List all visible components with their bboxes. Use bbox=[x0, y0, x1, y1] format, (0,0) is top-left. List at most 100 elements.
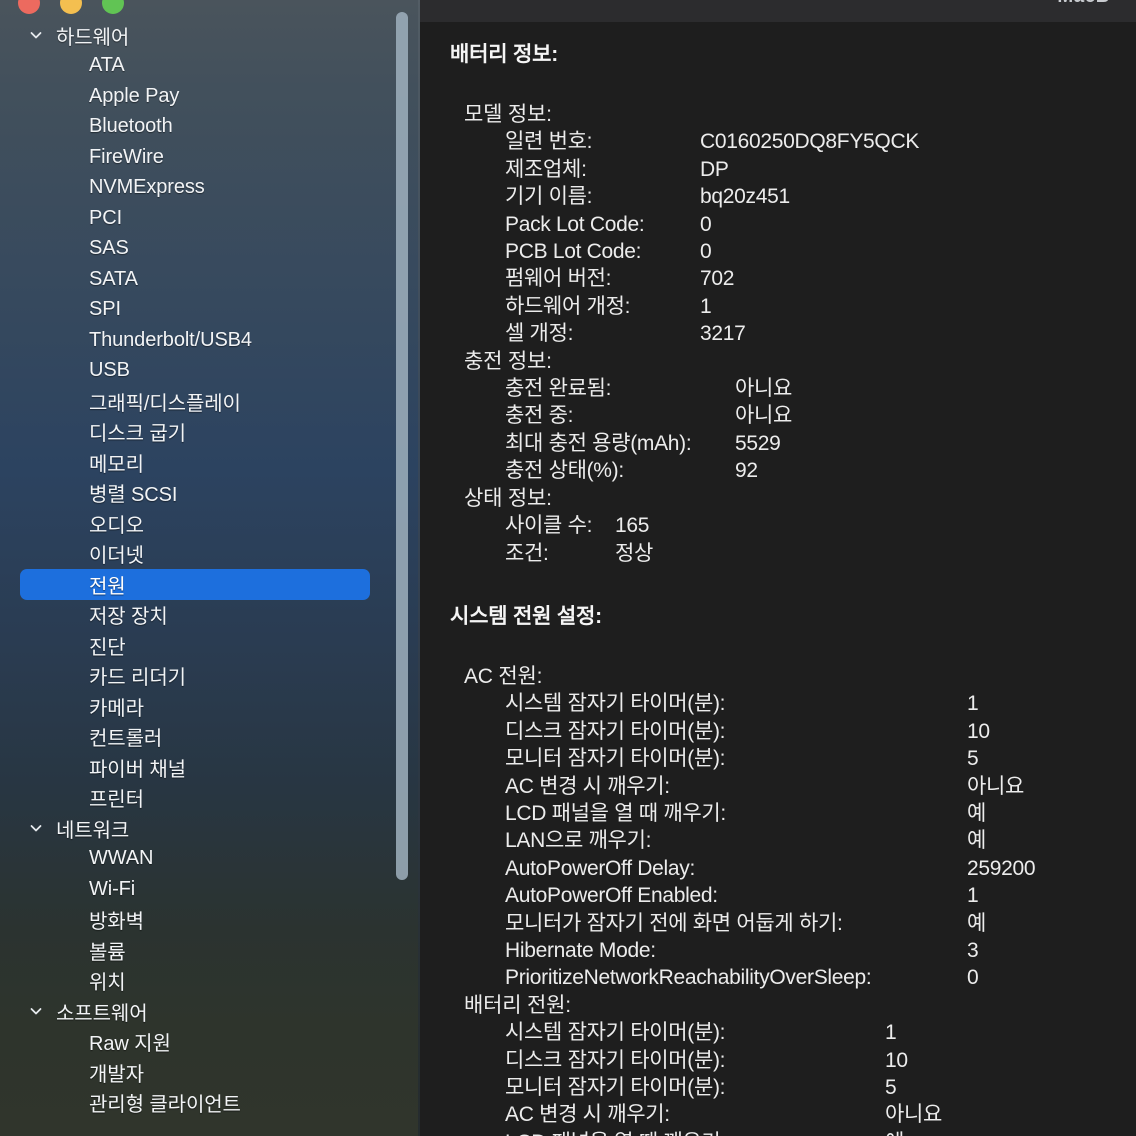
info-row-value: 아니요 bbox=[735, 404, 793, 428]
info-row: 셀 개정: 3217 bbox=[420, 320, 1136, 347]
info-row-key: LAN으로 깨우기: bbox=[505, 829, 652, 853]
sidebar-item-소프트웨어[interactable]: 소프트웨어 bbox=[0, 996, 400, 1027]
sidebar-item-label: Thunderbolt/USB4 bbox=[89, 328, 252, 351]
info-row-value: 예 bbox=[967, 801, 987, 825]
sidebar-item-label: 프린터 bbox=[89, 789, 144, 812]
sidebar-item-개발자[interactable]: 개발자 bbox=[0, 1057, 400, 1088]
info-row-value: 3217 bbox=[700, 322, 746, 346]
chevron-down-icon[interactable] bbox=[28, 820, 44, 836]
sidebar-item-ata[interactable]: ATA bbox=[0, 51, 400, 82]
sidebar-item-그래픽-디스플레이[interactable]: 그래픽/디스플레이 bbox=[0, 386, 400, 417]
sidebar-item-label: 전원 bbox=[89, 575, 126, 598]
sidebar-item-nvmexpress[interactable]: NVMExpress bbox=[0, 173, 400, 204]
sidebar-item-label: 위치 bbox=[89, 972, 126, 995]
sidebar-item-label: 오디오 bbox=[89, 514, 144, 537]
info-row-value: bq20z451 bbox=[700, 185, 790, 209]
sidebar-item-병렬-scsi[interactable]: 병렬 SCSI bbox=[0, 478, 400, 509]
info-row-key: Hibernate Mode: bbox=[505, 938, 656, 962]
sidebar-item-label: Apple Pay bbox=[89, 84, 180, 107]
info-row: 디스크 잠자기 타이머(분): 10 bbox=[420, 718, 1136, 745]
sidebar-item-wwan[interactable]: WWAN bbox=[0, 844, 400, 875]
sidebar-item-label: 개발자 bbox=[89, 1063, 144, 1086]
info-row: 일련 번호: C0160250DQ8FY5QCK bbox=[420, 128, 1136, 155]
info-row: 시스템 잠자기 타이머(분): 1 bbox=[420, 1019, 1136, 1046]
sidebar-item-raw-지원[interactable]: Raw 지원 bbox=[0, 1027, 400, 1058]
info-row-value: 10 bbox=[967, 719, 990, 743]
close-button[interactable] bbox=[18, 0, 40, 14]
power-report: 배터리 정보: 모델 정보: 일련 번호: C0160250DQ8FY5QCK 제조… bbox=[420, 22, 1136, 1136]
window-controls bbox=[18, 0, 124, 14]
info-row-value: 아니요 bbox=[735, 377, 793, 401]
sidebar-item-전원[interactable]: 전원 bbox=[20, 569, 370, 600]
sidebar-item-오디오[interactable]: 오디오 bbox=[0, 508, 400, 539]
sidebar-item-label: 메모리 bbox=[89, 453, 144, 476]
info-row-key: 사이클 수: bbox=[505, 514, 593, 538]
sidebar-item-apple-pay[interactable]: Apple Pay bbox=[0, 81, 400, 112]
sidebar-item-컨트롤러[interactable]: 컨트롤러 bbox=[0, 722, 400, 753]
sidebar-item-label: 카드 리더기 bbox=[89, 667, 186, 690]
charge-info-group-label: 충전 정보: bbox=[464, 349, 552, 373]
info-row-key: 일련 번호: bbox=[505, 130, 593, 154]
sidebar-item-wi-fi[interactable]: Wi-Fi bbox=[0, 874, 400, 905]
sidebar-item-label: NVMExpress bbox=[89, 176, 205, 199]
info-row-key: 모니터 잠자기 타이머(분): bbox=[505, 1076, 726, 1099]
sidebar-item-label: Bluetooth bbox=[89, 115, 173, 138]
window-title: MacB bbox=[1057, 0, 1110, 8]
info-row-value: 5 bbox=[885, 1076, 897, 1099]
info-row: PrioritizeNetworkReachabilityOverSleep: 0 bbox=[420, 964, 1136, 991]
info-row-key: AC 변경 시 깨우기: bbox=[505, 1103, 670, 1127]
minimize-button[interactable] bbox=[60, 0, 82, 14]
chevron-down-icon[interactable] bbox=[28, 1003, 44, 1019]
sidebar-item-bluetooth[interactable]: Bluetooth bbox=[0, 112, 400, 143]
info-row-key: 하드웨어 개정: bbox=[505, 294, 631, 318]
info-row-value: 아니요 bbox=[967, 774, 1025, 798]
info-row-key: 제조업체: bbox=[505, 157, 587, 181]
sidebar-item-저장-장치[interactable]: 저장 장치 bbox=[0, 600, 400, 631]
sidebar-item-카메라[interactable]: 카메라 bbox=[0, 691, 400, 722]
info-row: 디스크 잠자기 타이머(분): 10 bbox=[420, 1047, 1136, 1074]
sidebar-list: 하드웨어 ATA Apple Pay Bluetooth FireWire NVMExpr… bbox=[0, 20, 420, 1118]
sidebar-item-하드웨어[interactable]: 하드웨어 bbox=[0, 20, 400, 51]
battery-power-group-label: 배터리 전원: bbox=[464, 993, 571, 1017]
sidebar-item-위치[interactable]: 위치 bbox=[0, 966, 400, 997]
title-bar: MacB bbox=[420, 0, 1136, 22]
sidebar-item-메모리[interactable]: 메모리 bbox=[0, 447, 400, 478]
info-row-value: 예 bbox=[967, 829, 987, 853]
sidebar-item-label: 그래픽/디스플레이 bbox=[89, 392, 241, 415]
chevron-down-icon[interactable] bbox=[28, 27, 44, 43]
sidebar-item-spi[interactable]: SPI bbox=[0, 295, 400, 326]
sidebar-item-관리형-클라이언트[interactable]: 관리형 클라이언트 bbox=[0, 1088, 400, 1119]
sidebar-item-label: 이더넷 bbox=[89, 545, 144, 568]
sidebar-item-프린터[interactable]: 프린터 bbox=[0, 783, 400, 814]
sidebar-item-pci[interactable]: PCI bbox=[0, 203, 400, 234]
sidebar-item-label: SATA bbox=[89, 267, 138, 290]
sidebar-item-sata[interactable]: SATA bbox=[0, 264, 400, 295]
sidebar-item-firewire[interactable]: FireWire bbox=[0, 142, 400, 173]
sidebar-item-볼륨[interactable]: 볼륨 bbox=[0, 935, 400, 966]
info-row: 최대 충전 용량(mAh): 5529 bbox=[420, 430, 1136, 457]
info-row-value: 259200 bbox=[967, 856, 1036, 880]
sidebar-item-이더넷[interactable]: 이더넷 bbox=[0, 539, 400, 570]
info-row-key: Pack Lot Code: bbox=[505, 212, 645, 236]
maximize-button[interactable] bbox=[102, 0, 124, 14]
sidebar-item-파이버-채널[interactable]: 파이버 채널 bbox=[0, 752, 400, 783]
battery-section-title: 배터리 정보: bbox=[450, 43, 559, 66]
sidebar-item-label: SPI bbox=[89, 298, 121, 321]
sidebar-item-thunderbolt-usb4[interactable]: Thunderbolt/USB4 bbox=[0, 325, 400, 356]
info-row: 기기 이름: bq20z451 bbox=[420, 183, 1136, 210]
sidebar-item-카드-리더기[interactable]: 카드 리더기 bbox=[0, 661, 400, 692]
sidebar-item-label: Wi-Fi bbox=[89, 877, 136, 900]
sidebar-scrollbar[interactable] bbox=[396, 12, 408, 880]
sidebar-item-label: 소프트웨어 bbox=[56, 1002, 148, 1025]
info-row: AC 변경 시 깨우기: 아니요 bbox=[420, 1101, 1136, 1128]
info-row: 하드웨어 개정: 1 bbox=[420, 293, 1136, 320]
sidebar-item-진단[interactable]: 진단 bbox=[0, 630, 400, 661]
sidebar-item-방화벽[interactable]: 방화벽 bbox=[0, 905, 400, 936]
sidebar-item-네트워크[interactable]: 네트워크 bbox=[0, 813, 400, 844]
info-row: 조건: 정상 bbox=[420, 540, 1136, 567]
sidebar-item-sas[interactable]: SAS bbox=[0, 234, 400, 265]
info-row-value: DP bbox=[700, 157, 729, 181]
sidebar-item-label: 파이버 채널 bbox=[89, 758, 186, 781]
sidebar-item-usb[interactable]: USB bbox=[0, 356, 400, 387]
sidebar-item-디스크-굽기[interactable]: 디스크 굽기 bbox=[0, 417, 400, 448]
